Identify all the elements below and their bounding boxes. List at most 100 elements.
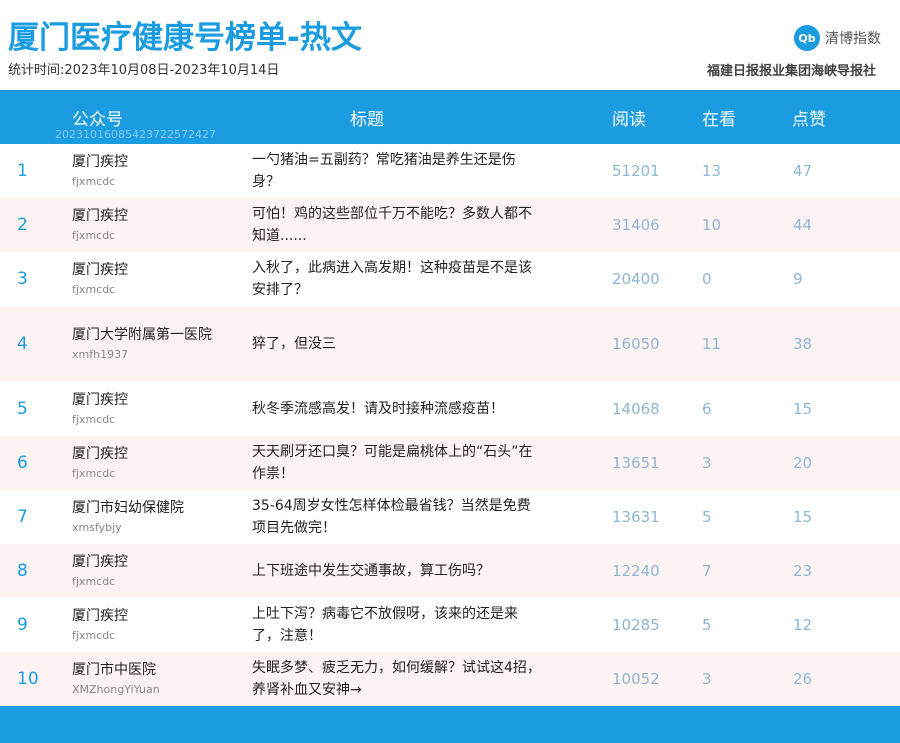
account-name: 厦门疾控 <box>72 446 128 462</box>
article-title[interactable]: 35-64周岁女性怎样体检最省钱？当然是免费项目先做完！ <box>252 495 542 539</box>
reads-count: 20400 <box>612 270 660 288</box>
account-name: 厦门疾控 <box>72 154 128 170</box>
watching-count: 10 <box>702 216 722 234</box>
likes-count: 38 <box>793 335 813 353</box>
account-id: fjxmcdc <box>72 175 116 188</box>
column-header-watching: 在看 <box>702 110 736 130</box>
likes-count: 9 <box>793 270 803 288</box>
table-header: 公众号 标题 阅读 在看 点赞 20231016085423722572427 <box>0 90 900 144</box>
rank-number: 9 <box>17 615 28 635</box>
article-title[interactable]: 入秋了，此病进入高发期！这种疫苗是不是该安排了？ <box>252 257 542 301</box>
reads-count: 10285 <box>612 616 660 634</box>
account-id: fjxmcdc <box>72 413 116 426</box>
likes-count: 26 <box>793 670 813 688</box>
header-watermark-id: 20231016085423722572427 <box>55 128 216 141</box>
article-title[interactable]: 失眠多梦、疲乏无力，如何缓解？试试这4招，养肾补血又安神→ <box>252 657 542 701</box>
article-title[interactable]: 秋冬季流感高发！请及时接种流感疫苗！ <box>252 398 542 420</box>
likes-count: 15 <box>793 508 813 526</box>
likes-count: 44 <box>793 216 813 234</box>
account-cell: 厦门疾控 fjxmcdc <box>72 390 212 428</box>
likes-count: 12 <box>793 616 813 634</box>
table-row: 5 厦门疾控 fjxmcdc 秋冬季流感高发！请及时接种流感疫苗！ 14068 … <box>0 382 900 436</box>
reads-count: 13631 <box>612 508 660 526</box>
article-title[interactable]: 一勺猪油=五副药？常吃猪油是养生还是伤身？ <box>252 149 542 193</box>
article-title[interactable]: 天天刷牙还口臭？可能是扁桃体上的“石头”在作祟！ <box>252 441 542 485</box>
account-cell: 厦门疾控 fjxmcdc <box>72 260 212 298</box>
ranking-table: 1 厦门疾控 fjxmcdc 一勺猪油=五副药？常吃猪油是养生还是伤身？ 512… <box>0 144 900 706</box>
account-cell: 厦门大学附属第一医院 xmfh1937 <box>72 325 212 363</box>
logo-text: 清博指数 <box>825 31 881 47</box>
account-id: fjxmcdc <box>72 575 116 588</box>
account-id: XMZhongYiYuan <box>72 683 160 696</box>
account-name: 厦门市中医院 <box>72 662 156 678</box>
account-id: fjxmcdc <box>72 229 116 242</box>
account-name: 厦门疾控 <box>72 608 128 624</box>
account-name: 厦门疾控 <box>72 262 128 278</box>
page-title: 厦门医疗健康号榜单-热文 <box>8 20 362 56</box>
account-cell: 厦门疾控 fjxmcdc <box>72 552 212 590</box>
column-header-account: 公众号 <box>72 110 123 130</box>
article-title[interactable]: 上下班途中发生交通事故，算工伤吗？ <box>252 560 542 582</box>
rank-number: 7 <box>17 507 28 527</box>
table-row: 7 厦门市妇幼保健院 xmsfybjy 35-64周岁女性怎样体检最省钱？当然是… <box>0 490 900 544</box>
table-row: 4 厦门大学附属第一医院 xmfh1937 猝了，但没三 16050 11 38 <box>0 306 900 382</box>
reads-count: 13651 <box>612 454 660 472</box>
table-row: 9 厦门疾控 fjxmcdc 上吐下泻？病毒它不放假呀，该来的还是来了，注意！ … <box>0 598 900 652</box>
table-row: 10 厦门市中医院 XMZhongYiYuan 失眠多梦、疲乏无力，如何缓解？试… <box>0 652 900 706</box>
reads-count: 14068 <box>612 400 660 418</box>
reads-count: 12240 <box>612 562 660 580</box>
likes-count: 23 <box>793 562 813 580</box>
watching-count: 0 <box>702 270 712 288</box>
account-name: 厦门疾控 <box>72 208 128 224</box>
reads-count: 16050 <box>612 335 660 353</box>
reads-count: 10052 <box>612 670 660 688</box>
account-id: fjxmcdc <box>72 283 116 296</box>
brand-logo: Qb 清博指数 <box>794 25 881 51</box>
watching-count: 5 <box>702 616 712 634</box>
rank-number: 5 <box>17 399 28 419</box>
column-header-title: 标题 <box>350 110 384 130</box>
statistics-period: 统计时间:2023年10月08日-2023年10月14日 <box>8 63 280 78</box>
rank-number: 8 <box>17 561 28 581</box>
article-title[interactable]: 猝了，但没三 <box>252 333 542 355</box>
article-title[interactable]: 上吐下泻？病毒它不放假呀，该来的还是来了，注意！ <box>252 603 542 647</box>
table-row: 3 厦门疾控 fjxmcdc 入秋了，此病进入高发期！这种疫苗是不是该安排了？ … <box>0 252 900 306</box>
publisher-name: 福建日报报业集团海峡导报社 <box>706 64 876 79</box>
likes-count: 15 <box>793 400 813 418</box>
rank-number: 3 <box>17 269 28 289</box>
table-row: 8 厦门疾控 fjxmcdc 上下班途中发生交通事故，算工伤吗？ 12240 7… <box>0 544 900 598</box>
rank-number: 6 <box>17 453 28 473</box>
table-row: 1 厦门疾控 fjxmcdc 一勺猪油=五副药？常吃猪油是养生还是伤身？ 512… <box>0 144 900 198</box>
account-id: xmsfybjy <box>72 521 122 534</box>
account-name: 厦门疾控 <box>72 392 128 408</box>
account-cell: 厦门市妇幼保健院 xmsfybjy <box>72 498 212 536</box>
watching-count: 3 <box>702 670 712 688</box>
watching-count: 6 <box>702 400 712 418</box>
account-name: 厦门大学附属第一医院 <box>72 327 212 343</box>
table-row: 2 厦门疾控 fjxmcdc 可怕！鸡的这些部位千万不能吃？多数人都不知道...… <box>0 198 900 252</box>
watching-count: 7 <box>702 562 712 580</box>
qingbo-logo-icon: Qb <box>794 25 820 51</box>
rank-number: 4 <box>17 334 28 354</box>
account-id: fjxmcdc <box>72 629 116 642</box>
column-header-likes: 点赞 <box>792 110 826 130</box>
article-title[interactable]: 可怕！鸡的这些部位千万不能吃？多数人都不知道...... <box>252 203 542 247</box>
account-cell: 厦门疾控 fjxmcdc <box>72 606 212 644</box>
footer-bar <box>0 706 900 743</box>
likes-count: 20 <box>793 454 813 472</box>
account-cell: 厦门市中医院 XMZhongYiYuan <box>72 660 212 698</box>
rank-number: 10 <box>17 669 39 689</box>
likes-count: 47 <box>793 162 813 180</box>
watching-count: 5 <box>702 508 712 526</box>
account-cell: 厦门疾控 fjxmcdc <box>72 152 212 190</box>
watching-count: 11 <box>702 335 722 353</box>
reads-count: 51201 <box>612 162 660 180</box>
account-cell: 厦门疾控 fjxmcdc <box>72 206 212 244</box>
reads-count: 31406 <box>612 216 660 234</box>
column-header-reads: 阅读 <box>612 110 646 130</box>
watching-count: 13 <box>702 162 722 180</box>
account-id: xmfh1937 <box>72 348 129 361</box>
account-cell: 厦门疾控 fjxmcdc <box>72 444 212 482</box>
account-name: 厦门疾控 <box>72 554 128 570</box>
account-name: 厦门市妇幼保健院 <box>72 500 184 516</box>
